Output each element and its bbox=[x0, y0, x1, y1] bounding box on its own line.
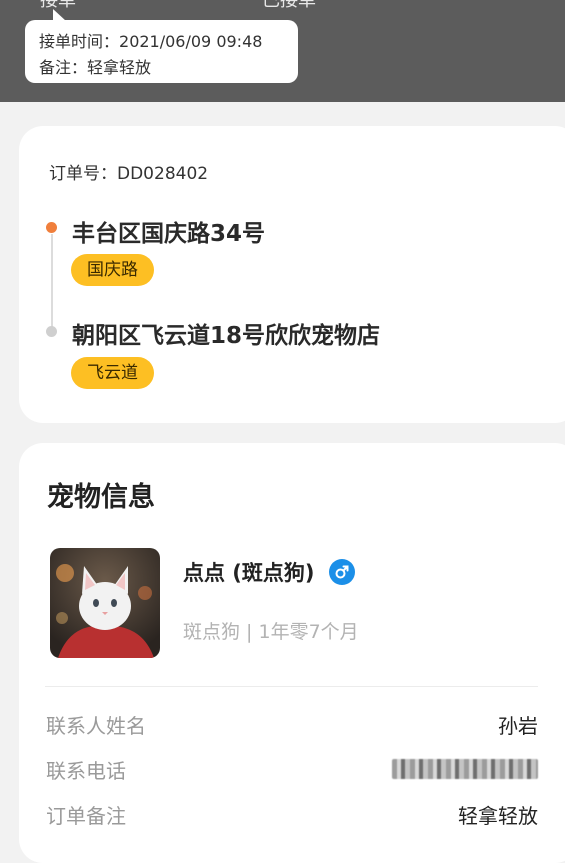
order-route-card: 订单号：DD028402 丰台区国庆路34号 国庆路 朝阳区飞云道18号欣欣宠物… bbox=[19, 126, 565, 423]
pet-avatar[interactable] bbox=[50, 548, 160, 658]
pet-breed-age: 斑点狗 | 1年零7个月 bbox=[183, 621, 359, 643]
contact-name-label: 联系人姓名 bbox=[46, 714, 146, 738]
pickup-address: 丰台区国庆路34号 bbox=[72, 221, 266, 247]
route-timeline-line bbox=[51, 234, 53, 332]
order-number-label: 订单号： bbox=[49, 164, 117, 184]
pet-info-card: 宠物信息 点点 (斑点狗) 斑点狗 | 1年零7个月 联系人姓名 孙岩 联系电话… bbox=[19, 443, 565, 863]
contact-name-row: 联系人姓名 孙岩 bbox=[46, 710, 538, 739]
pickup-dot-icon bbox=[46, 222, 57, 233]
contact-phone-value[interactable] bbox=[392, 759, 538, 779]
divider bbox=[45, 686, 538, 687]
dropoff-dot-icon bbox=[46, 326, 57, 337]
accept-time-row: 接单时间： 2021/06/09 09:48 bbox=[39, 29, 298, 55]
pet-name: 点点 (斑点狗) bbox=[183, 561, 315, 585]
male-icon bbox=[328, 559, 355, 585]
pet-name-row: 点点 (斑点狗) bbox=[183, 557, 355, 587]
contact-name-value: 孙岩 bbox=[498, 714, 538, 738]
order-note-label: 订单备注 bbox=[46, 804, 126, 828]
contact-phone-row: 联系电话 bbox=[46, 755, 538, 784]
header-center-text: 已接单 bbox=[262, 0, 316, 11]
tooltip-note-row: 备注： 轻拿轻放 bbox=[39, 55, 298, 81]
order-note-row: 订单备注 轻拿轻放 bbox=[46, 800, 538, 829]
status-header: 接单 已接单 接单时间： 2021/06/09 09:48 备注： 轻拿轻放 bbox=[0, 0, 565, 102]
order-tooltip: 接单时间： 2021/06/09 09:48 备注： 轻拿轻放 bbox=[25, 20, 298, 83]
order-note-value: 轻拿轻放 bbox=[458, 804, 538, 828]
contact-phone-label: 联系电话 bbox=[46, 759, 126, 783]
order-number: 订单号：DD028402 bbox=[49, 159, 208, 184]
dropoff-road-tag: 飞云道 bbox=[71, 357, 154, 389]
accept-time-label: 接单时间： bbox=[39, 32, 120, 51]
tooltip-note-value: 轻拿轻放 bbox=[87, 58, 152, 77]
cat-photo-icon bbox=[50, 548, 160, 658]
tooltip-note-label: 备注： bbox=[39, 58, 88, 77]
section-title: 宠物信息 bbox=[47, 482, 155, 513]
dropoff-address: 朝阳区飞云道18号欣欣宠物店 bbox=[72, 323, 381, 349]
order-number-value: DD028402 bbox=[117, 164, 209, 184]
accept-time-value: 2021/06/09 09:48 bbox=[119, 32, 263, 51]
pickup-road-tag: 国庆路 bbox=[71, 254, 154, 286]
